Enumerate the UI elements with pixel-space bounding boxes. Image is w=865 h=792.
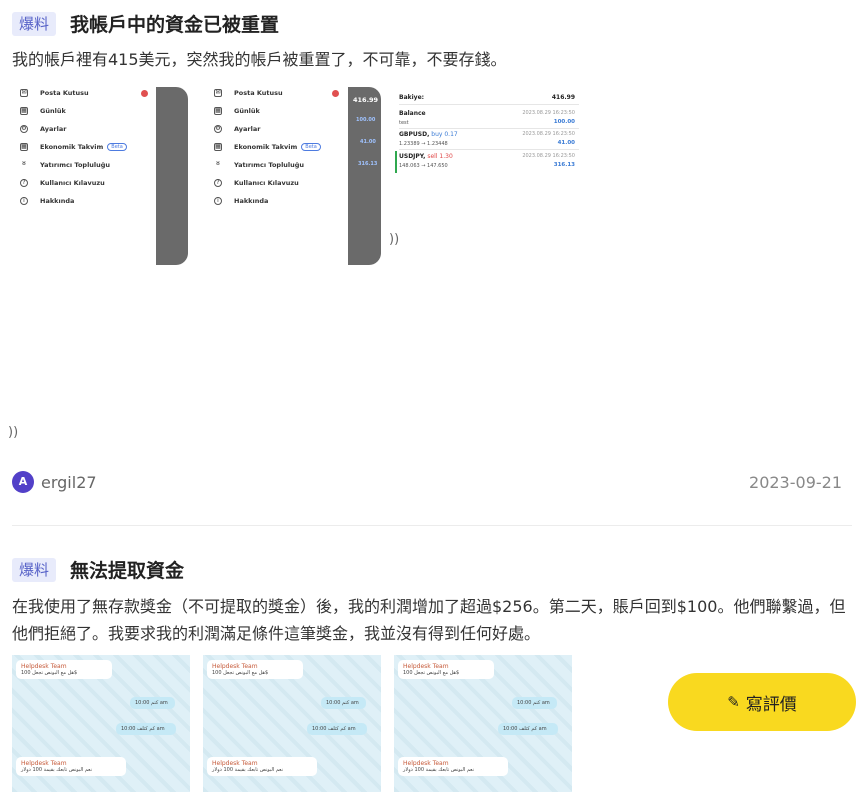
calendar-icon: ▦ (214, 143, 222, 151)
notification-dot (141, 90, 148, 97)
menu-label: Posta Kutusu (40, 89, 89, 97)
write-review-label: 寫評價 (745, 694, 797, 715)
chat-sender: Helpdesk Team (403, 663, 449, 670)
write-review-button[interactable]: ✎ 寫評價 (668, 673, 856, 731)
deal-symbol: USDJPY, (399, 153, 426, 160)
pencil-icon: ✎ (727, 693, 740, 711)
chat-message: نعم البونص تابعك بقيمة 100 دولار (212, 767, 283, 773)
deal-label: Balance (399, 110, 426, 117)
info-icon: i (214, 197, 222, 205)
chat-message: نعم البونص تابعك بقيمة 100 دولار (21, 767, 92, 773)
chat-sender: Helpdesk Team (212, 663, 258, 670)
beta-badge: Beta (301, 143, 321, 151)
chat-screenshot[interactable]: Helpdesk Team هل مع البونص تجعل 100$ كتم … (12, 655, 190, 792)
menu-label: Kullanıcı Kılavuzu (234, 179, 299, 187)
menu-label: Kullanıcı Kılavuzu (40, 179, 105, 187)
post-tag: 爆料 (12, 557, 57, 582)
menu-label: Ayarlar (40, 125, 67, 133)
chat-sender: Helpdesk Team (21, 663, 67, 670)
deal-timestamp: 2023.08.29 16:23:50 (522, 110, 575, 116)
balance-label: Bakiye: (399, 94, 425, 101)
deal-profit: 316.13 (553, 162, 575, 168)
chat-message: كم كثلف (137, 726, 156, 732)
screenshot-account[interactable]: Bakiye: 416.99 Balance 2023.08.29 16:23:50… (395, 82, 583, 177)
menu-label: Hakkında (234, 197, 269, 205)
chat-sender: Helpdesk Team (212, 760, 258, 767)
deal-action: sell 1.30 (427, 153, 453, 160)
menu-label: Yatırımcı Topluluğu (40, 161, 111, 169)
post-body: 我的帳戶裡有415美元，突然我的帳戶被重置了，不可靠，不要存錢。 (12, 50, 507, 69)
menu-label: Hakkında (40, 197, 75, 205)
info-icon: i (20, 197, 28, 205)
chat-message: كم كثلف (328, 726, 347, 732)
notification-dot (332, 90, 339, 97)
strip-value: 41.00 (360, 139, 376, 145)
deal-sub: test (399, 120, 409, 126)
menu-label: Ekonomik Takvim (234, 143, 298, 151)
help-icon: ? (214, 179, 222, 187)
post-header-2: 爆料 無法提取資金 (12, 556, 184, 583)
chat-sender: Helpdesk Team (21, 760, 67, 767)
post-author[interactable]: A ergil27 (12, 471, 97, 493)
deal-symbol: GBPUSD, (399, 131, 430, 138)
calendar-icon: ▦ (20, 107, 28, 115)
chat-screenshot[interactable]: Helpdesk Team هل مع البونص تجعل 100$ كتم … (203, 655, 381, 792)
deal-profit: 100.00 (553, 119, 575, 125)
calendar-icon: ▦ (214, 107, 222, 115)
chat-message: هل مع البونص تجعل 100$ (212, 670, 269, 676)
menu-label: Ekonomik Takvim (40, 143, 104, 151)
chat-message: كم كثلف (519, 726, 538, 732)
strip-value: 316.13 (358, 161, 378, 167)
deal-prices: 148.063 → 147.650 (399, 163, 448, 169)
people-icon: ȣ (216, 160, 220, 167)
chat-message: نعم البونص تابعك بقيمة 100 دولار (403, 767, 474, 773)
mail-icon: ✉ (20, 89, 28, 97)
balance-value: 416.99 (551, 94, 575, 101)
menu-label: Günlük (40, 107, 66, 115)
menu-label: Günlük (234, 107, 260, 115)
menu-label: Yatırımcı Topluluğu (234, 161, 305, 169)
divider (12, 525, 852, 526)
chat-sender: Helpdesk Team (403, 760, 449, 767)
deal-prices: 1.23389 → 1.23448 (399, 141, 448, 147)
post-title[interactable]: 我帳戶中的資金已被重置 (70, 10, 279, 37)
post-screenshots[interactable]: ✉ Posta Kutusu ▦ Günlük ⚙ Ayarlar ▦ Ekonomik… (12, 82, 582, 272)
deal-timestamp: 2023.08.29 16:23:50 (522, 153, 575, 159)
post-tag: 爆料 (12, 11, 57, 36)
menu-label: Ayarlar (234, 125, 261, 133)
mail-icon: ✉ (214, 89, 222, 97)
chat-message: هل مع البونص تجعل 100$ (403, 670, 460, 676)
calendar-icon: ▦ (20, 143, 28, 151)
chat-screenshot[interactable]: Helpdesk Team هل مع البونص تجعل 100$ كتم … (394, 655, 572, 792)
username[interactable]: ergil27 (41, 473, 97, 492)
people-icon: ȣ (22, 160, 26, 167)
deal-timestamp: 2023.08.29 16:23:50 (522, 131, 575, 137)
menu-label: Posta Kutusu (234, 89, 283, 97)
beta-badge: Beta (107, 143, 127, 151)
post-body: 在我使用了無存款獎金（不可提取的獎金）後，我的利潤增加了超過$256。第二天，賬… (12, 597, 846, 643)
strip-value: 416.99 (353, 96, 379, 104)
wifi-icon: )) (389, 232, 400, 247)
post-header-1: 爆料 我帳戶中的資金已被重置 (12, 10, 279, 37)
wifi-icon: )) (8, 425, 19, 440)
dark-side-strip (156, 87, 188, 265)
gear-icon: ⚙ (214, 125, 222, 133)
chat-message: هل مع البونص تجعل 100$ (21, 670, 78, 676)
help-icon: ? (20, 179, 28, 187)
avatar: A (12, 471, 34, 493)
post-date: 2023-09-21 (749, 473, 842, 492)
dark-side-strip: 416.99 100.00 41.00 316.13 (348, 87, 381, 265)
gear-icon: ⚙ (20, 125, 28, 133)
deal-profit: 41.00 (557, 140, 575, 146)
post-title[interactable]: 無法提取資金 (70, 556, 184, 583)
strip-value: 100.00 (356, 117, 376, 123)
deal-action: buy 0.17 (431, 131, 458, 138)
